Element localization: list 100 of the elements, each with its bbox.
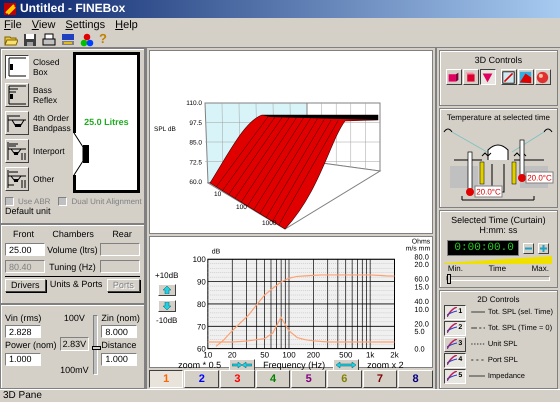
field-label: Volume (ltrs) — [47, 244, 98, 256]
menu-item[interactable]: View — [32, 18, 56, 32]
section-title: Selected Time (Curtain) — [451, 215, 546, 226]
enclosure-button[interactable] — [5, 55, 29, 79]
temperature-reading: 20.0°C — [526, 172, 554, 184]
tick-label: 50 — [260, 350, 269, 359]
section-label: Default unit — [5, 206, 51, 216]
increase-button[interactable] — [158, 284, 176, 296]
tick-label: 90 — [196, 278, 206, 287]
printer-icon[interactable] — [42, 32, 56, 46]
tick-label: 80 — [196, 300, 206, 309]
slider-thumb[interactable] — [92, 346, 102, 350]
section-title: Chambers — [52, 229, 94, 240]
drivers-button[interactable]: Drivers — [5, 279, 46, 292]
input-field[interactable]: 25.00 — [5, 243, 45, 256]
section-title: 3D Controls — [474, 55, 522, 66]
zoom-out-button[interactable] — [229, 359, 256, 371]
field-label: Tuning (Hz) — [49, 262, 96, 272]
format-label: H:mm: ss — [479, 225, 518, 236]
line-style-icon — [468, 326, 485, 330]
menu-item[interactable]: Settings — [65, 18, 106, 32]
curve-icon — [447, 307, 458, 318]
app-icon — [3, 2, 17, 16]
tick-label: 2k — [390, 350, 398, 359]
scale-label: Min. — [448, 264, 463, 274]
tick-label: 100 — [282, 350, 296, 359]
line-style-icon — [468, 342, 485, 346]
wedge-icon — [481, 70, 494, 84]
menu-item[interactable]: File — [4, 18, 22, 32]
minus-icon — [525, 244, 532, 252]
zoom-label: zoom x 2 — [367, 360, 404, 370]
enclosure-icon — [6, 140, 28, 162]
tab[interactable]: 5 — [291, 370, 326, 388]
enclosure-icon — [6, 84, 28, 106]
volume-readout: 25.0 Litres — [84, 117, 129, 128]
temperature-reading: 20.0°C — [474, 186, 503, 198]
scale-label: Time — [488, 264, 506, 274]
input-field[interactable]: 1.000 — [101, 352, 138, 366]
status-text: 3D Pane — [3, 390, 42, 402]
tick-label: 1k — [366, 350, 374, 359]
down-arrow-icon — [162, 302, 171, 310]
enclosure-label: Closed Box — [33, 56, 60, 78]
time-slider[interactable] — [446, 276, 550, 281]
field-label: Vin (rms) — [5, 313, 42, 324]
column-heading: Rear — [112, 229, 133, 240]
enclosure-label: 4th Order Bandpass — [33, 112, 71, 134]
tick-label: 20 — [227, 350, 236, 359]
zoom-in-button[interactable] — [333, 359, 360, 371]
input-field[interactable]: 8.000 — [101, 325, 138, 338]
panel-icon[interactable] — [61, 32, 75, 46]
enclosure-label: Other — [33, 174, 56, 184]
checkbox-label: Use ABR — [18, 197, 50, 206]
surface-icon — [519, 70, 532, 84]
increase-button[interactable] — [538, 242, 550, 254]
tick-label: 100 — [192, 255, 206, 264]
scale-label: 100V — [64, 313, 85, 324]
tick-label: 70 — [196, 322, 206, 332]
tick-label: 60 — [196, 344, 206, 354]
curve-icon — [447, 355, 458, 366]
menu-item[interactable]: Help — [115, 18, 138, 32]
tick-label: 10 — [203, 350, 212, 359]
line-style-icon — [468, 374, 485, 378]
enclosure-icon — [6, 112, 28, 134]
voltage-readout: 2.83V — [60, 336, 90, 352]
input-field[interactable]: 2.828 — [5, 325, 41, 338]
enclosure-label: Bass Reflex — [33, 84, 58, 106]
slider-thumb[interactable] — [447, 274, 452, 284]
column-heading: Front — [12, 229, 34, 240]
enclosure-label: Interport — [33, 146, 66, 156]
scale-label: Max. — [532, 264, 549, 274]
voltage-slider[interactable] — [93, 315, 98, 375]
field-label: Power (nom) — [5, 340, 57, 351]
cube-icon — [447, 70, 460, 84]
tab[interactable]: 7 — [362, 370, 398, 388]
line-style-icon — [468, 358, 485, 362]
expand-arrows-icon — [336, 361, 356, 369]
zoom-label: zoom * 0.5 — [178, 360, 222, 370]
line-style-icon — [468, 310, 485, 314]
decrease-button[interactable] — [158, 300, 176, 312]
field-label: Distance — [101, 340, 138, 351]
curve-icon — [447, 323, 458, 334]
circles-icon[interactable] — [80, 32, 94, 46]
gain-label: -10dB — [156, 316, 178, 326]
cube-icon — [464, 70, 478, 84]
sphere-icon — [536, 70, 550, 84]
enclosure-icon — [6, 56, 28, 78]
curve-icon — [447, 339, 458, 350]
checkbox-label: Dual Unit Alignment — [71, 197, 142, 206]
decrease-button[interactable] — [523, 242, 534, 254]
curve-icon — [447, 371, 458, 382]
tab[interactable]: 2 — [184, 370, 220, 388]
tab[interactable]: 8 — [398, 370, 433, 388]
section-title: Temperature at selected time — [446, 113, 550, 122]
gain-label: +10dB — [155, 270, 178, 280]
plus-icon — [540, 244, 548, 252]
input-field[interactable]: 1.000 — [5, 352, 41, 366]
view-button[interactable] — [480, 69, 496, 86]
field-label: Zin (nom) — [101, 313, 140, 324]
up-arrow-icon — [162, 286, 171, 294]
section-title: 2D Controls — [476, 295, 521, 304]
